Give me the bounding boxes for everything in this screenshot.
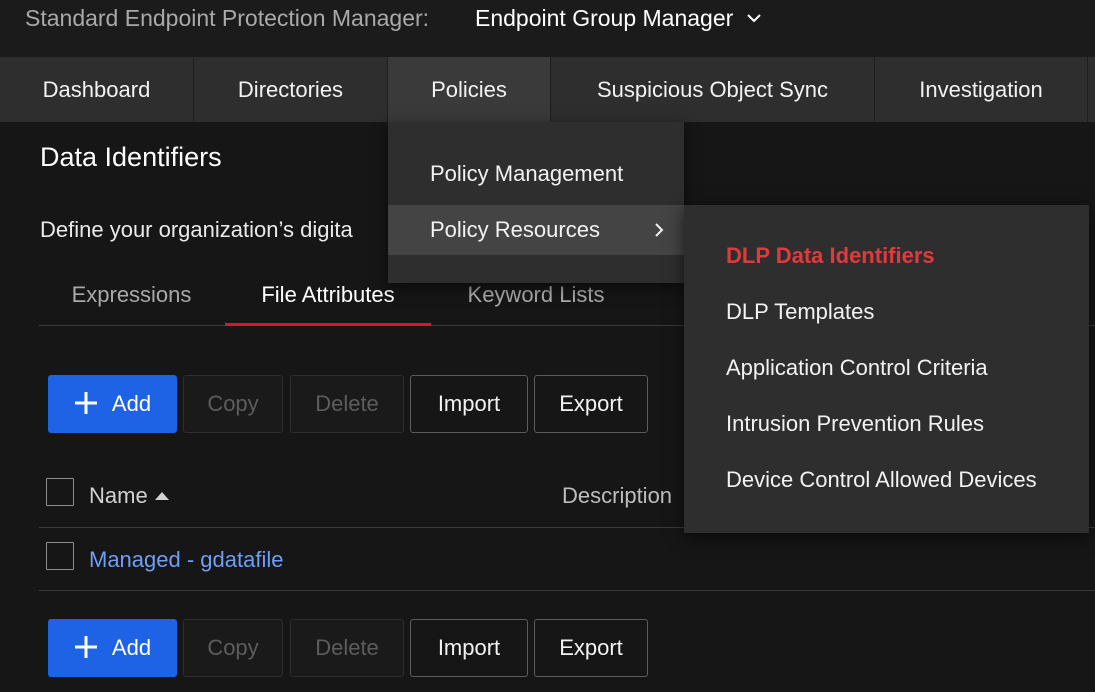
nav-dashboard[interactable]: Dashboard [0, 57, 194, 122]
menu-item-policy-management[interactable]: Policy Management [388, 149, 684, 199]
export-button-bottom[interactable]: Export [534, 619, 648, 677]
nav-suspicious-object-sync[interactable]: Suspicious Object Sync [551, 57, 875, 122]
submenu-item-device-control-allowed-devices[interactable]: Device Control Allowed Devices [726, 466, 1037, 494]
add-button[interactable]: Add [48, 375, 177, 433]
nav-directories[interactable]: Directories [194, 57, 388, 122]
page-description: Define your organization’s digita [40, 217, 353, 242]
delete-button[interactable]: Delete [290, 375, 404, 433]
copy-button-bottom[interactable]: Copy [183, 619, 283, 677]
export-button[interactable]: Export [534, 375, 648, 433]
plus-icon [74, 392, 97, 414]
chevron-right-icon [655, 223, 664, 237]
sort-ascending-icon [154, 492, 169, 500]
row-name-link[interactable]: Managed - gdatafile [89, 546, 283, 574]
app-name: Standard Endpoint Protection Manager: [25, 5, 430, 31]
product-switcher[interactable]: Endpoint Group Manager [475, 4, 762, 32]
add-button-bottom[interactable]: Add [48, 619, 177, 677]
submenu-item-dlp-templates[interactable]: DLP Templates [726, 298, 874, 326]
top-bar: Standard Endpoint Protection Manager: En… [0, 0, 1095, 57]
column-header-name[interactable]: Name [89, 482, 169, 510]
nav-policies[interactable]: Policies [388, 57, 551, 122]
chevron-down-icon [747, 14, 761, 23]
menu-item-policy-resources-label: Policy Resources [430, 217, 600, 242]
import-button[interactable]: Import [410, 375, 528, 433]
policy-resources-submenu: DLP Data Identifiers DLP Templates Appli… [684, 205, 1089, 533]
plus-icon [74, 636, 97, 658]
add-button-label: Add [111, 391, 152, 416]
add-button-label: Add [111, 635, 152, 660]
menu-item-policy-resources[interactable]: Policy Resources [388, 205, 684, 255]
row-divider [39, 590, 1095, 591]
submenu-item-intrusion-prevention-rules[interactable]: Intrusion Prevention Rules [726, 410, 984, 438]
submenu-item-application-control-criteria[interactable]: Application Control Criteria [726, 354, 988, 382]
delete-button-bottom[interactable]: Delete [290, 619, 404, 677]
submenu-item-dlp-data-identifiers[interactable]: DLP Data Identifiers [726, 242, 935, 270]
tab-expressions[interactable]: Expressions [49, 270, 214, 326]
app-page: Standard Endpoint Protection Manager: En… [0, 0, 1095, 692]
column-header-name-label: Name [89, 483, 148, 508]
page-title: Data Identifiers [40, 142, 222, 172]
row-checkbox[interactable] [46, 542, 74, 570]
main-nav: Dashboard Directories Policies Suspiciou… [0, 57, 1095, 122]
column-header-description[interactable]: Description [562, 482, 672, 510]
copy-button[interactable]: Copy [183, 375, 283, 433]
select-all-checkbox[interactable] [46, 478, 74, 506]
nav-investigation[interactable]: Investigation [875, 57, 1088, 122]
product-name: Endpoint Group Manager [475, 5, 734, 31]
policies-dropdown-menu: Policy Management Policy Resources [388, 122, 684, 283]
import-button-bottom[interactable]: Import [410, 619, 528, 677]
